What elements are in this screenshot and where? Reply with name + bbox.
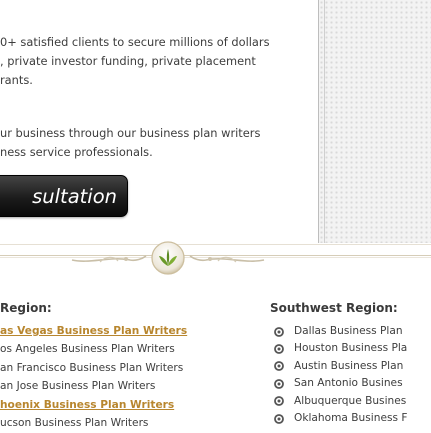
writer-link[interactable]: an Francisco Business Plan Writers xyxy=(0,362,183,374)
sidebar-panel xyxy=(318,0,431,243)
list-item: Austin Business Plan xyxy=(274,358,431,375)
list-item: Dallas Business Plan xyxy=(274,323,431,340)
southwest-region-heading: Southwest Region: xyxy=(270,301,398,315)
writer-link[interactable]: an Jose Business Plan Writers xyxy=(0,380,155,392)
southwest-region-list: Dallas Business Plan Houston Business Pl… xyxy=(274,323,431,427)
divider-line xyxy=(0,244,431,245)
ornamental-divider xyxy=(0,232,431,275)
intro-paragraph-2: ur business through our business plan wr… xyxy=(0,124,312,162)
consultation-button[interactable]: sultation xyxy=(0,175,128,217)
circle-bullet-icon xyxy=(274,396,284,407)
writer-link[interactable]: Oklahoma Business F xyxy=(294,412,407,424)
intro-line: ness service professionals. xyxy=(0,145,153,159)
intro-paragraph-1: 0+ satisfied clients to secure millions … xyxy=(0,33,312,90)
circle-bullet-icon xyxy=(274,413,284,424)
intro-line: 0+ satisfied clients to secure millions … xyxy=(0,35,270,49)
list-item: Albuquerque Busines xyxy=(274,393,431,410)
sidebar-divider xyxy=(324,0,325,243)
writer-link[interactable]: Albuquerque Busines xyxy=(294,395,406,407)
list-item: an Jose Business Plan Writers xyxy=(0,378,262,396)
writer-link[interactable]: hoenix Business Plan Writers xyxy=(0,399,174,411)
writer-link[interactable]: Dallas Business Plan xyxy=(294,325,403,337)
intro-line: ur business through our business plan wr… xyxy=(0,126,261,140)
writer-link[interactable]: Austin Business Plan xyxy=(294,360,403,372)
list-item: as Vegas Business Plan Writers xyxy=(0,323,262,341)
circle-bullet-icon xyxy=(274,378,284,389)
writer-link[interactable]: San Antonio Busines xyxy=(294,377,403,389)
swirl-ornament-left-icon xyxy=(71,255,147,263)
list-item: San Antonio Busines xyxy=(274,375,431,392)
list-item: Houston Business Pla xyxy=(274,340,431,357)
list-item: Oklahoma Business F xyxy=(274,410,431,427)
writer-link[interactable]: ucson Business Plan Writers xyxy=(0,417,148,429)
left-region-list: as Vegas Business Plan Writers os Angele… xyxy=(0,323,262,433)
swirl-ornament-right-icon xyxy=(189,255,265,263)
circle-bullet-icon xyxy=(274,361,284,372)
list-item: hoenix Business Plan Writers xyxy=(0,397,262,415)
list-item: os Angeles Business Plan Writers xyxy=(0,341,262,359)
circle-bullet-icon xyxy=(274,326,284,337)
circle-bullet-icon xyxy=(274,344,284,354)
writer-link[interactable]: as Vegas Business Plan Writers xyxy=(0,325,187,337)
leaf-emblem-icon xyxy=(151,241,185,275)
intro-line: rants. xyxy=(0,73,33,87)
intro-line: , private investor funding, private plac… xyxy=(0,54,256,68)
content-area: 0+ satisfied clients to secure millions … xyxy=(0,0,431,245)
list-item: an Francisco Business Plan Writers xyxy=(0,360,262,378)
writer-link[interactable]: os Angeles Business Plan Writers xyxy=(0,343,175,355)
writer-link[interactable]: Houston Business Pla xyxy=(294,342,407,354)
list-item: ucson Business Plan Writers xyxy=(0,415,262,433)
left-region-heading: Region: xyxy=(0,301,52,315)
